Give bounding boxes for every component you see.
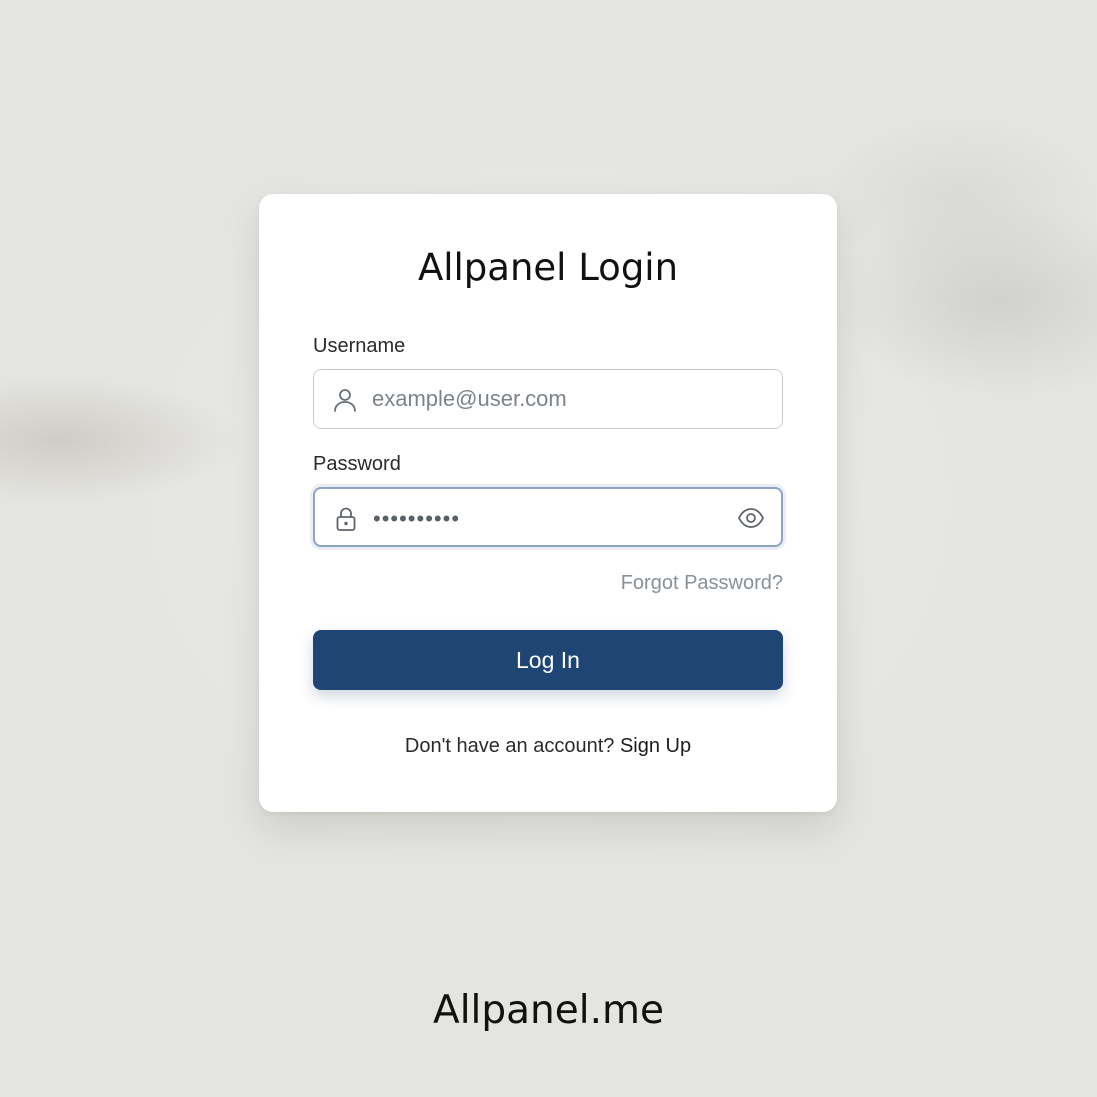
signup-prompt: Don't have an account?: [404, 735, 620, 757]
site-footer: Allpanel.me: [433, 988, 664, 1033]
login-card: Allpanel Login Username Password •••••••…: [259, 194, 837, 812]
user-icon: [334, 389, 356, 412]
password-label: Password: [313, 453, 401, 475]
username-input[interactable]: [372, 370, 712, 428]
username-label: Username: [313, 335, 406, 357]
eye-icon[interactable]: [737, 505, 765, 531]
password-field[interactable]: ••••••••••: [313, 487, 783, 547]
signup-link[interactable]: Sign Up: [620, 735, 691, 757]
login-button[interactable]: Log In: [313, 630, 783, 690]
signup-row: Don't have an account? Sign Up: [259, 735, 837, 758]
forgot-password-link[interactable]: Forgot Password?: [621, 572, 783, 595]
username-field[interactable]: [313, 369, 783, 429]
page-title: Allpanel Login: [417, 246, 679, 289]
password-input[interactable]: ••••••••••: [373, 506, 460, 532]
lock-icon: [336, 507, 356, 531]
